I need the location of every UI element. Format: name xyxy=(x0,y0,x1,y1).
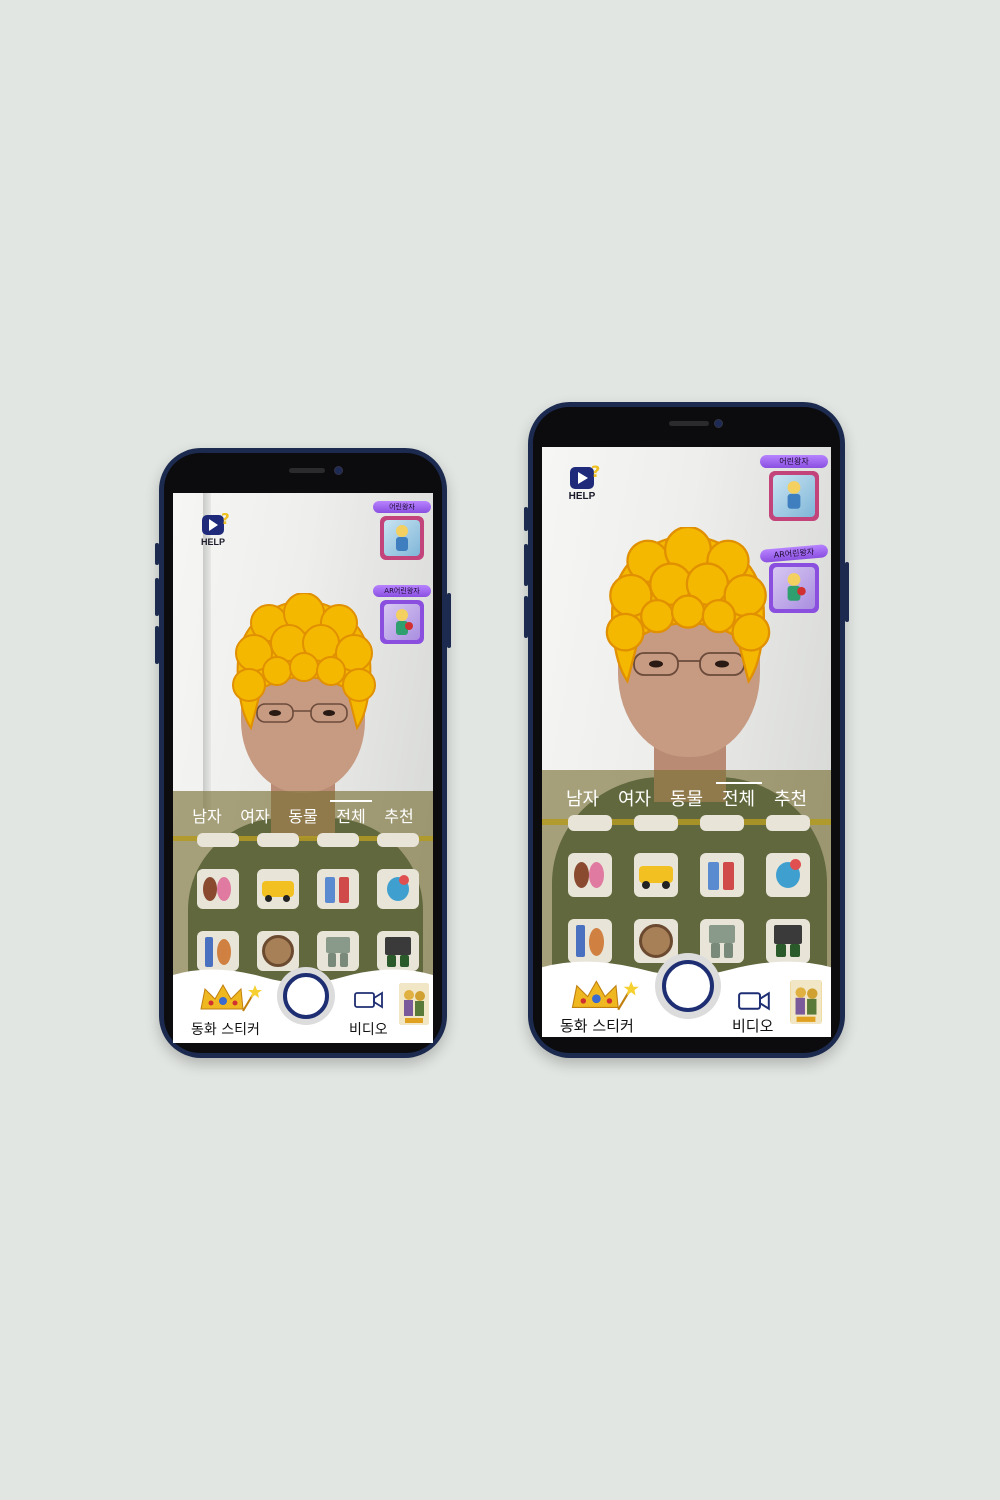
volume-button xyxy=(524,596,528,638)
help-button[interactable]: ? HELP xyxy=(193,510,233,547)
sticker-item[interactable] xyxy=(700,853,744,897)
sticker-item[interactable] xyxy=(568,815,612,831)
earpiece xyxy=(289,468,325,473)
shutter-button[interactable] xyxy=(662,960,714,1012)
power-button xyxy=(447,593,451,648)
sticker-item[interactable] xyxy=(257,869,299,909)
volume-button xyxy=(155,578,159,616)
video-camera-icon[interactable] xyxy=(738,990,771,1012)
promo-ar-little-prince[interactable]: AR어린왕자 xyxy=(373,585,431,644)
video-label[interactable]: 비디오 xyxy=(349,1019,388,1039)
sticker-item[interactable] xyxy=(766,815,810,831)
tab-recommended[interactable]: 추천 xyxy=(375,803,423,827)
phone-bezel: ? HELP 어린왕자 AR어린왕자 남자 여자 동물 전체 추천 동화 스티커… xyxy=(164,453,442,1053)
category-tabs: 남자 여자 동물 전체 추천 xyxy=(542,782,831,811)
volume-button xyxy=(524,544,528,586)
gallery-thumbnail[interactable] xyxy=(399,983,429,1025)
promo-label: AR어린왕자 xyxy=(759,544,829,563)
wig-sticker xyxy=(605,527,771,685)
sticker-item[interactable] xyxy=(568,853,612,897)
sticker-item[interactable] xyxy=(634,853,678,897)
tab-male[interactable]: 남자 xyxy=(557,785,609,811)
sticker-label[interactable]: 동화 스티커 xyxy=(560,1015,634,1036)
sticker-item[interactable] xyxy=(700,815,744,831)
sticker-item[interactable] xyxy=(197,833,239,847)
help-label: HELP xyxy=(200,537,225,547)
sticker-item[interactable] xyxy=(634,815,678,831)
sticker-item[interactable] xyxy=(766,853,810,897)
volume-button xyxy=(524,507,528,531)
power-button xyxy=(845,562,849,622)
screen: ? HELP 어린왕자 AR어린왕자 남자 여자 동물 전체 추천 동화 스티커… xyxy=(542,447,831,1037)
tab-female[interactable]: 여자 xyxy=(231,803,279,827)
tab-all[interactable]: 전체 xyxy=(713,782,765,811)
volume-button xyxy=(155,626,159,664)
phone-left: ? HELP 어린왕자 AR어린왕자 남자 여자 동물 전체 추천 동화 스티커… xyxy=(155,448,451,1058)
video-camera-icon[interactable] xyxy=(354,990,384,1010)
sticker-grid xyxy=(197,833,419,971)
promo-thumbnail xyxy=(769,563,819,613)
earpiece xyxy=(669,421,709,426)
sticker-item[interactable] xyxy=(317,869,359,909)
sticker-item[interactable] xyxy=(377,833,419,847)
promo-little-prince[interactable]: 어린왕자 xyxy=(760,455,828,521)
help-play-icon: ? xyxy=(570,462,600,489)
tab-all[interactable]: 전체 xyxy=(327,800,375,827)
tab-male[interactable]: 남자 xyxy=(183,803,231,827)
gallery-thumbnail[interactable] xyxy=(790,980,822,1024)
video-label[interactable]: 비디오 xyxy=(732,1015,773,1036)
phone-bezel: ? HELP 어린왕자 AR어린왕자 남자 여자 동물 전체 추천 동화 스티커… xyxy=(533,407,840,1053)
help-label: HELP xyxy=(568,491,596,502)
sticker-label[interactable]: 동화 스티커 xyxy=(191,1019,260,1039)
promo-ar-little-prince[interactable]: AR어린왕자 xyxy=(759,544,829,613)
tab-animal[interactable]: 동물 xyxy=(279,803,327,827)
volume-button xyxy=(155,543,159,565)
crown-wand-icon[interactable] xyxy=(568,977,640,1014)
wig-sticker xyxy=(232,593,376,731)
front-camera xyxy=(714,419,723,428)
promo-label: AR어린왕자 xyxy=(373,585,431,597)
help-play-icon: ? xyxy=(202,510,230,535)
category-tabs: 남자 여자 동물 전체 추천 xyxy=(173,800,433,827)
sticker-grid xyxy=(568,815,810,963)
promo-label: 어린왕자 xyxy=(760,455,828,468)
sticker-item[interactable] xyxy=(197,869,239,909)
crown-wand-icon[interactable] xyxy=(197,981,263,1015)
tab-animal[interactable]: 동물 xyxy=(661,785,713,811)
promo-little-prince[interactable]: 어린왕자 xyxy=(373,501,431,560)
promo-label: 어린왕자 xyxy=(373,501,431,513)
tab-female[interactable]: 여자 xyxy=(609,785,661,811)
tab-recommended[interactable]: 추천 xyxy=(765,785,817,811)
sticker-item[interactable] xyxy=(377,869,419,909)
promo-thumbnail xyxy=(380,516,424,560)
screen: ? HELP 어린왕자 AR어린왕자 남자 여자 동물 전체 추천 동화 스티커… xyxy=(173,493,433,1043)
promo-thumbnail xyxy=(380,600,424,644)
sticker-item[interactable] xyxy=(317,833,359,847)
phone-right: ? HELP 어린왕자 AR어린왕자 남자 여자 동물 전체 추천 동화 스티커… xyxy=(524,402,849,1058)
promo-thumbnail xyxy=(769,471,819,521)
sticker-item[interactable] xyxy=(257,833,299,847)
shutter-button[interactable] xyxy=(283,973,329,1019)
front-camera xyxy=(334,466,343,475)
help-button[interactable]: ? HELP xyxy=(560,462,604,502)
